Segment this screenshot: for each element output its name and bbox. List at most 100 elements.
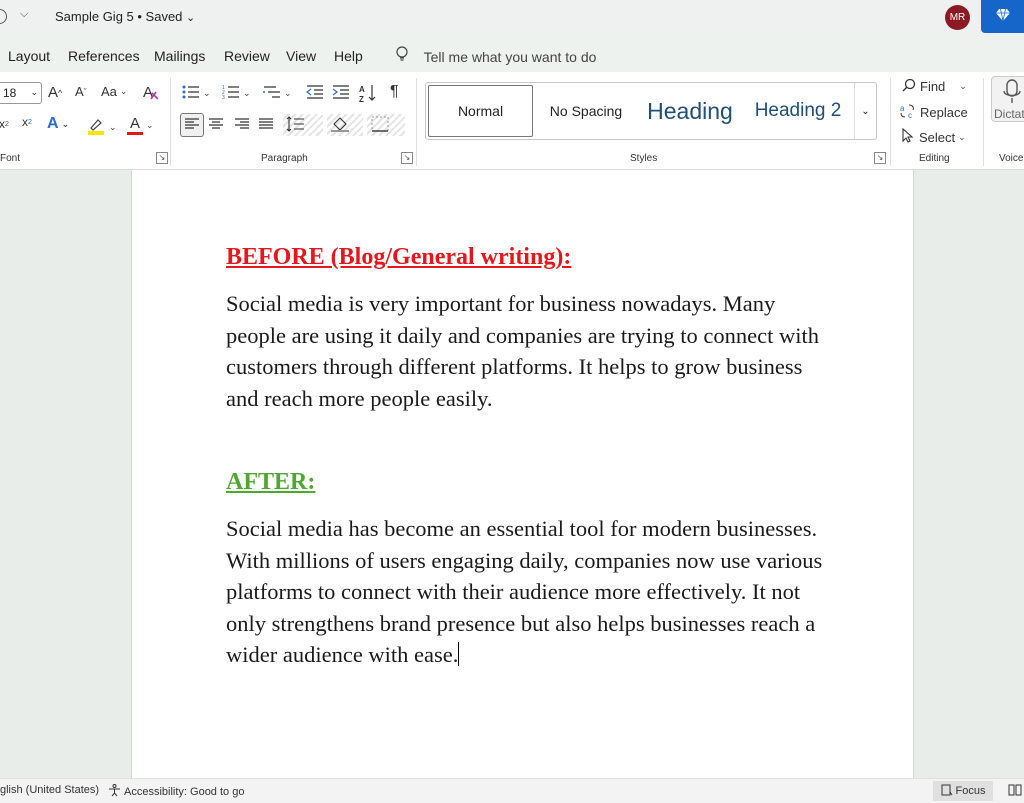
borders-button[interactable]: [367, 114, 405, 136]
after-paragraph-text: Social media has become an essential too…: [226, 516, 823, 668]
after-paragraph: Social media has become an essential too…: [226, 513, 826, 671]
tab-references[interactable]: References: [68, 48, 140, 64]
decrease-indent-icon: [306, 85, 324, 102]
paragraph-dialog-launcher[interactable]: ↘: [401, 152, 413, 164]
style-normal[interactable]: Normal: [428, 85, 533, 137]
replace-label: Replace: [920, 105, 968, 120]
user-avatar[interactable]: MR: [945, 5, 970, 30]
svg-text:A: A: [359, 85, 365, 94]
style-heading-1[interactable]: Heading: [638, 83, 742, 139]
bullet-list-icon: [182, 85, 200, 102]
styles-gallery: Normal No Spacing Heading Heading 2 ⌄: [425, 82, 877, 140]
find-label: Find: [920, 79, 946, 94]
sort-button[interactable]: AZ: [358, 83, 378, 106]
focus-icon: [941, 784, 953, 799]
show-marks-button[interactable]: ¶: [390, 83, 399, 101]
numbering-button[interactable]: 123 ⌄: [222, 85, 251, 102]
quick-access-customize-icon[interactable]: ⌵: [20, 8, 28, 21]
style-no-spacing[interactable]: No Spacing: [538, 83, 634, 139]
chevron-down-icon: ⌄: [30, 87, 38, 97]
ribbon-tabs: Layout References Mailings Review View H…: [0, 38, 1024, 72]
focus-label: Focus: [955, 785, 986, 797]
paint-bucket-icon: [331, 116, 349, 135]
accessibility-label: Accessibility: Good to go: [124, 786, 245, 798]
document-canvas: BEFORE (Blog/General writing): Social me…: [0, 170, 1024, 778]
highlight-color-button[interactable]: ⌄: [86, 116, 117, 139]
increase-indent-button[interactable]: [332, 85, 350, 102]
clear-formatting-icon: A: [142, 83, 162, 104]
chevron-down-icon: ⌄: [186, 12, 196, 24]
document-page[interactable]: BEFORE (Blog/General writing): Social me…: [131, 170, 914, 778]
language-status[interactable]: glish (United States): [0, 784, 99, 796]
dictate-label: Dictat: [994, 107, 1024, 121]
tab-review[interactable]: Review: [224, 48, 270, 64]
align-left-icon: [185, 117, 199, 133]
tab-help[interactable]: Help: [334, 48, 363, 64]
before-heading: BEFORE (Blog/General writing):: [226, 244, 572, 270]
decrease-indent-button[interactable]: [306, 85, 324, 102]
multilevel-list-icon: [263, 85, 281, 102]
select-button[interactable]: Select ⌄: [902, 127, 966, 146]
sort-icon: AZ: [358, 83, 378, 106]
tab-view[interactable]: View: [286, 48, 316, 64]
premium-button[interactable]: [981, 0, 1024, 33]
align-center-button[interactable]: [209, 118, 223, 133]
svg-text:Z: Z: [359, 95, 364, 103]
tell-me-placeholder: Tell me what you want to do: [423, 49, 597, 65]
subscript-button[interactable]: x2: [0, 117, 9, 131]
shading-button[interactable]: [327, 114, 363, 136]
text-effects-button[interactable]: A ⌄: [47, 115, 69, 133]
change-case-icon: Aa: [101, 84, 117, 99]
style-heading-2[interactable]: Heading 2: [748, 83, 848, 139]
select-label: Select: [919, 129, 956, 145]
lightbulb-icon: [396, 46, 410, 65]
justify-icon: [259, 118, 273, 133]
dictate-button[interactable]: Dictat: [991, 76, 1024, 122]
pointer-icon: [902, 127, 914, 146]
line-spacing-icon: [286, 115, 304, 135]
find-button[interactable]: Find ⌄: [902, 78, 967, 95]
multilevel-list-button[interactable]: ⌄: [263, 85, 292, 102]
align-left-button[interactable]: [180, 113, 204, 137]
superscript-mark: 2: [28, 118, 32, 126]
line-spacing-button[interactable]: [283, 114, 323, 136]
align-right-icon: [235, 118, 249, 133]
paragraph-group-label: Paragraph: [261, 153, 308, 164]
font-dialog-launcher[interactable]: ↘: [156, 152, 168, 164]
grow-font-button[interactable]: A ^: [48, 84, 62, 101]
clear-formatting-button[interactable]: A: [142, 83, 162, 104]
bullets-button[interactable]: ⌄: [182, 85, 211, 102]
text-cursor: [458, 642, 460, 667]
borders-icon: [371, 116, 389, 135]
tab-mailings[interactable]: Mailings: [154, 48, 205, 64]
change-case-button[interactable]: Aa ⌄: [101, 84, 127, 99]
align-right-button[interactable]: [235, 118, 249, 133]
status-bar: glish (United States) Accessibility: Goo…: [0, 778, 1024, 803]
editing-group-label: Editing: [919, 153, 950, 164]
align-center-icon: [209, 118, 223, 133]
redo-icon[interactable]: [0, 9, 7, 24]
tell-me-search[interactable]: Tell me what you want to do: [396, 46, 596, 65]
font-size-box[interactable]: 18 ⌄: [0, 82, 42, 104]
replace-icon: ac: [900, 103, 916, 122]
accessibility-status[interactable]: Accessibility: Good to go: [108, 784, 244, 800]
styles-more-button[interactable]: ⌄: [854, 83, 876, 139]
before-paragraph: Social media is very important for busin…: [226, 291, 819, 411]
focus-mode-button[interactable]: Focus: [933, 781, 993, 801]
after-heading: AFTER:: [226, 469, 316, 495]
replace-button[interactable]: ac Replace: [900, 103, 968, 122]
tab-layout[interactable]: Layout: [8, 48, 50, 64]
document-title-text: Sample Gig 5 • Saved: [55, 9, 183, 24]
chevron-down-icon: ⌄: [861, 105, 870, 117]
font-color-button[interactable]: A ⌄: [127, 115, 154, 135]
font-color-icon: A: [129, 115, 140, 132]
font-size-value: 18: [3, 86, 17, 100]
read-mode-icon[interactable]: [1008, 783, 1022, 800]
superscript-button[interactable]: x2: [22, 115, 32, 129]
accessibility-icon: [108, 784, 121, 800]
styles-dialog-launcher[interactable]: ↘: [874, 152, 886, 164]
shrink-font-button[interactable]: Aˇ: [75, 84, 87, 99]
increase-indent-icon: [332, 85, 350, 102]
justify-button[interactable]: [259, 118, 273, 133]
document-title[interactable]: Sample Gig 5 • Saved ⌄: [55, 9, 195, 24]
